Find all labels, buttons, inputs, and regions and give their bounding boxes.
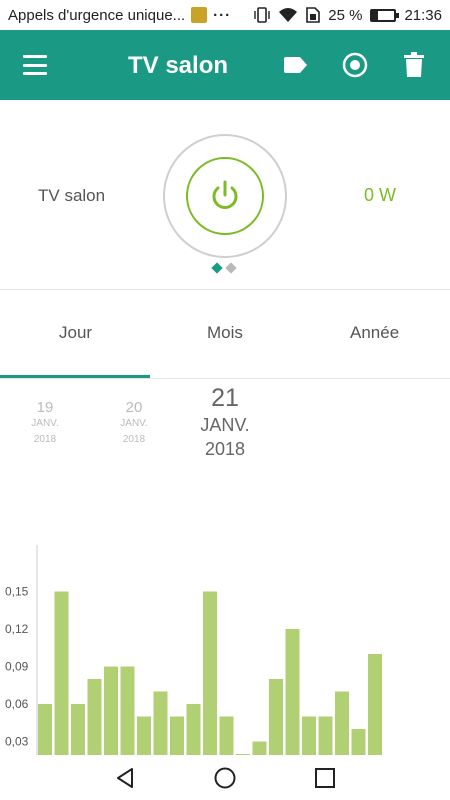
date-item-selected[interactable]: 21 JANV. 2018 [190, 384, 260, 461]
y-tick-label: 0,03 [5, 735, 29, 749]
period-tabs: Jour Mois Année [0, 291, 450, 379]
date-month: JANV. [200, 415, 250, 435]
y-tick-label: 0,15 [5, 585, 29, 599]
chart-bar[interactable] [71, 704, 85, 755]
y-tick-label: 0,09 [5, 660, 29, 674]
chart-bar[interactable] [203, 591, 217, 756]
chart-bar[interactable] [170, 716, 184, 756]
consumption-chart: 0,000,030,060,090,120,15 [5, 545, 382, 756]
chart-bar[interactable] [153, 691, 168, 756]
date-item[interactable]: 19 JANV. 2018 [25, 399, 65, 448]
label-icon[interactable] [282, 51, 310, 79]
date-day: 19 [36, 399, 54, 416]
chart-bar[interactable] [38, 704, 52, 755]
date-month: JANV. [31, 418, 59, 429]
chart-bar[interactable] [285, 629, 300, 755]
trash-icon[interactable] [400, 51, 428, 79]
chart-bar[interactable] [104, 666, 118, 756]
page-title: TV salon [128, 52, 229, 79]
page-dot-active[interactable] [211, 262, 223, 274]
chart-bar[interactable] [302, 716, 316, 756]
clock: 21:36 [404, 6, 442, 24]
recents-icon[interactable] [313, 766, 337, 790]
chart-bar[interactable] [351, 729, 366, 755]
chart-bar[interactable] [219, 716, 234, 756]
app-bar: TV salon [0, 30, 450, 100]
chart-bar[interactable] [318, 716, 333, 756]
tab-year[interactable]: Année [350, 323, 399, 343]
chart-bar[interactable] [137, 716, 151, 756]
back-icon[interactable] [113, 766, 137, 790]
date-year: 2018 [204, 439, 246, 459]
vibrate-icon [254, 7, 270, 23]
tab-indicator [0, 375, 150, 378]
battery-icon [370, 8, 400, 22]
system-nav-bar [0, 755, 450, 800]
notification-icon [191, 7, 208, 23]
power-icon [212, 180, 238, 209]
date-item[interactable]: 20 JANV. 2018 [114, 399, 154, 448]
date-year: 2018 [122, 434, 146, 445]
chart-bar[interactable] [335, 691, 349, 756]
device-name: TV salon [38, 186, 106, 205]
chart-bar[interactable] [186, 704, 201, 755]
y-tick-label: 0,06 [5, 697, 29, 711]
chart-bar[interactable] [252, 741, 267, 756]
power-reading: 0 W [363, 185, 396, 205]
chart-bar[interactable] [269, 679, 283, 755]
home-icon[interactable] [213, 766, 237, 790]
date-day: 21 [211, 384, 239, 412]
record-icon[interactable] [341, 51, 369, 79]
tab-month[interactable]: Mois [207, 323, 243, 343]
chart-bar[interactable] [54, 591, 69, 756]
page-indicator [211, 262, 237, 274]
date-day: 20 [125, 399, 143, 416]
page-dot[interactable] [225, 262, 237, 274]
more-notifications-icon: ··· [213, 6, 232, 24]
y-tick-label: 0,12 [5, 622, 29, 636]
sim-icon [306, 7, 321, 23]
carrier-text: Appels d'urgence unique... [8, 6, 186, 24]
date-month: JANV. [120, 418, 148, 429]
battery-percent: 25 % [328, 6, 363, 24]
menu-icon[interactable] [20, 52, 50, 78]
tab-day[interactable]: Jour [59, 323, 92, 343]
chart-bar[interactable] [87, 679, 102, 755]
chart-bar[interactable] [120, 666, 135, 756]
power-button[interactable] [186, 157, 264, 235]
wifi-icon [279, 8, 298, 22]
chart-bar[interactable] [368, 654, 382, 755]
date-year: 2018 [33, 434, 57, 445]
device-panel: TV salon 0 W [0, 100, 450, 290]
status-bar: Appels d'urgence unique... ··· 25 % 21:3… [0, 0, 450, 30]
